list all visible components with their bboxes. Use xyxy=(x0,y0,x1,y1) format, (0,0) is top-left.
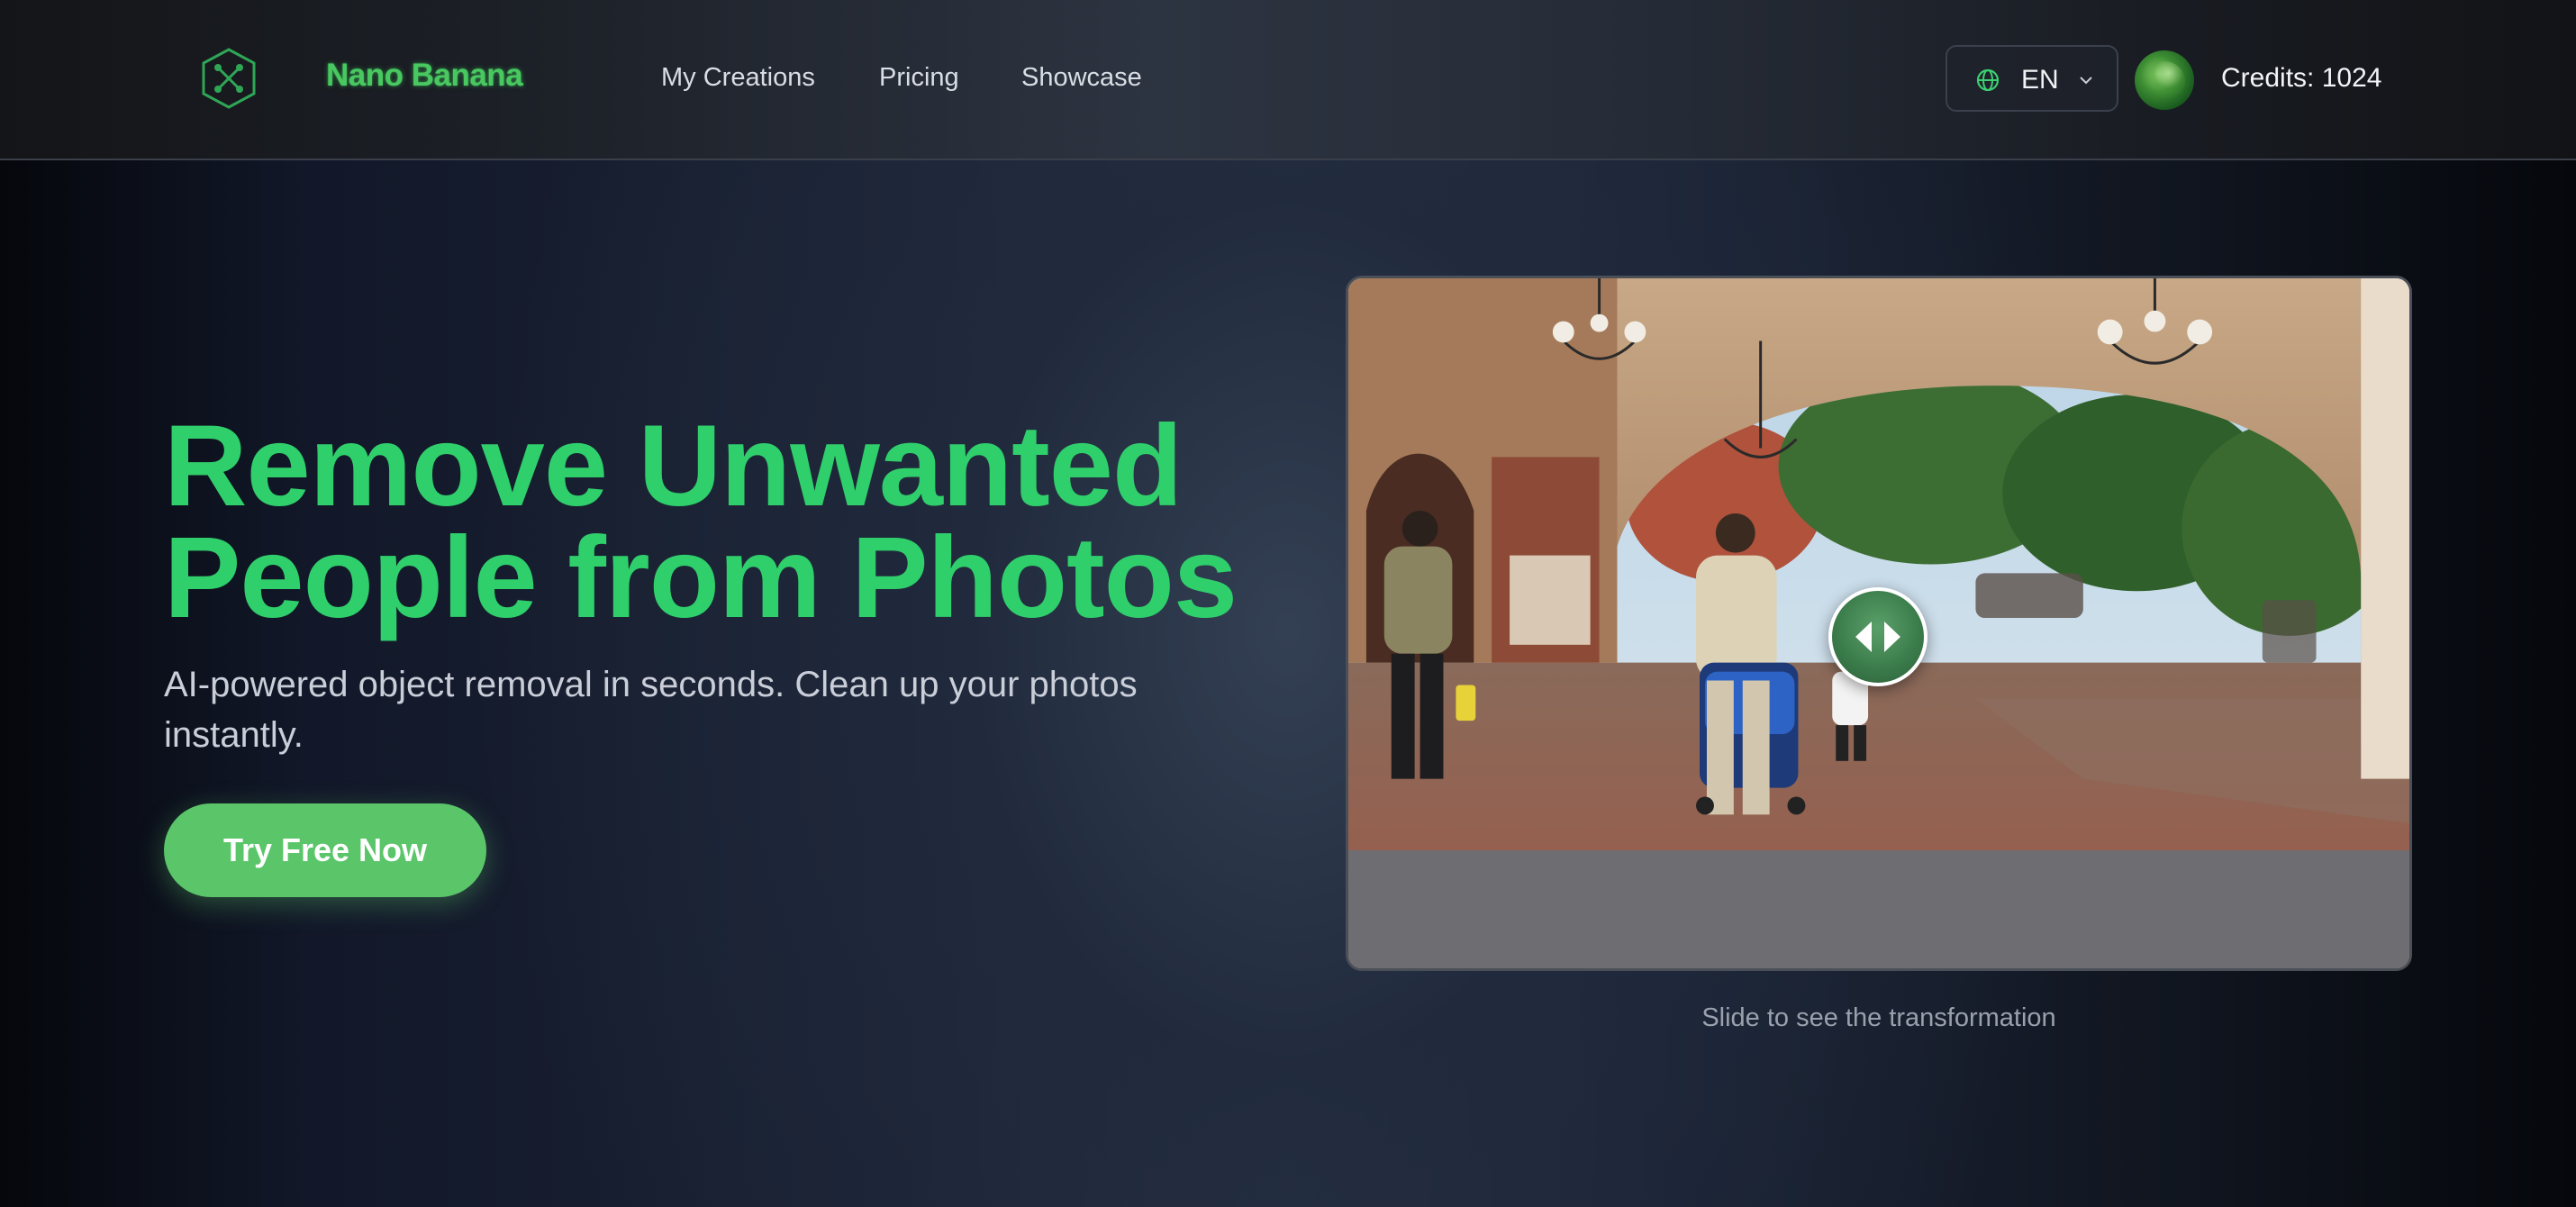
globe-icon xyxy=(1976,68,2000,92)
slider-caption: Slide to see the transformation xyxy=(1701,1003,2056,1032)
headline-line-1: Remove Unwanted xyxy=(164,402,1183,531)
slider-handle[interactable] xyxy=(1828,587,1927,686)
language-code: EN xyxy=(2021,65,2059,95)
nav-my-creations[interactable]: My Creations xyxy=(661,63,815,93)
brand-name[interactable]: Nano Banana xyxy=(326,58,523,94)
user-avatar[interactable] xyxy=(2135,50,2194,110)
try-free-now-button[interactable]: Try Free Now xyxy=(164,803,486,897)
left-right-arrows-icon xyxy=(1855,622,1900,652)
nav-pricing[interactable]: Pricing xyxy=(879,63,959,93)
credits-counter: Credits: 1024 xyxy=(2221,63,2382,93)
language-selector[interactable]: EN xyxy=(1946,45,2118,112)
nav-showcase[interactable]: Showcase xyxy=(1021,63,1142,93)
headline-line-2: People from Photos xyxy=(164,513,1238,642)
hexagon-network-icon[interactable] xyxy=(200,47,258,110)
top-navigation-bar: Nano Banana My Creations Pricing Showcas… xyxy=(0,0,2576,160)
hero-headline: Remove Unwanted People from Photos xyxy=(164,402,1299,642)
chevron-down-icon xyxy=(2079,74,2093,85)
hero-subtitle: AI-powered object removal in seconds. Cl… xyxy=(164,665,1138,755)
